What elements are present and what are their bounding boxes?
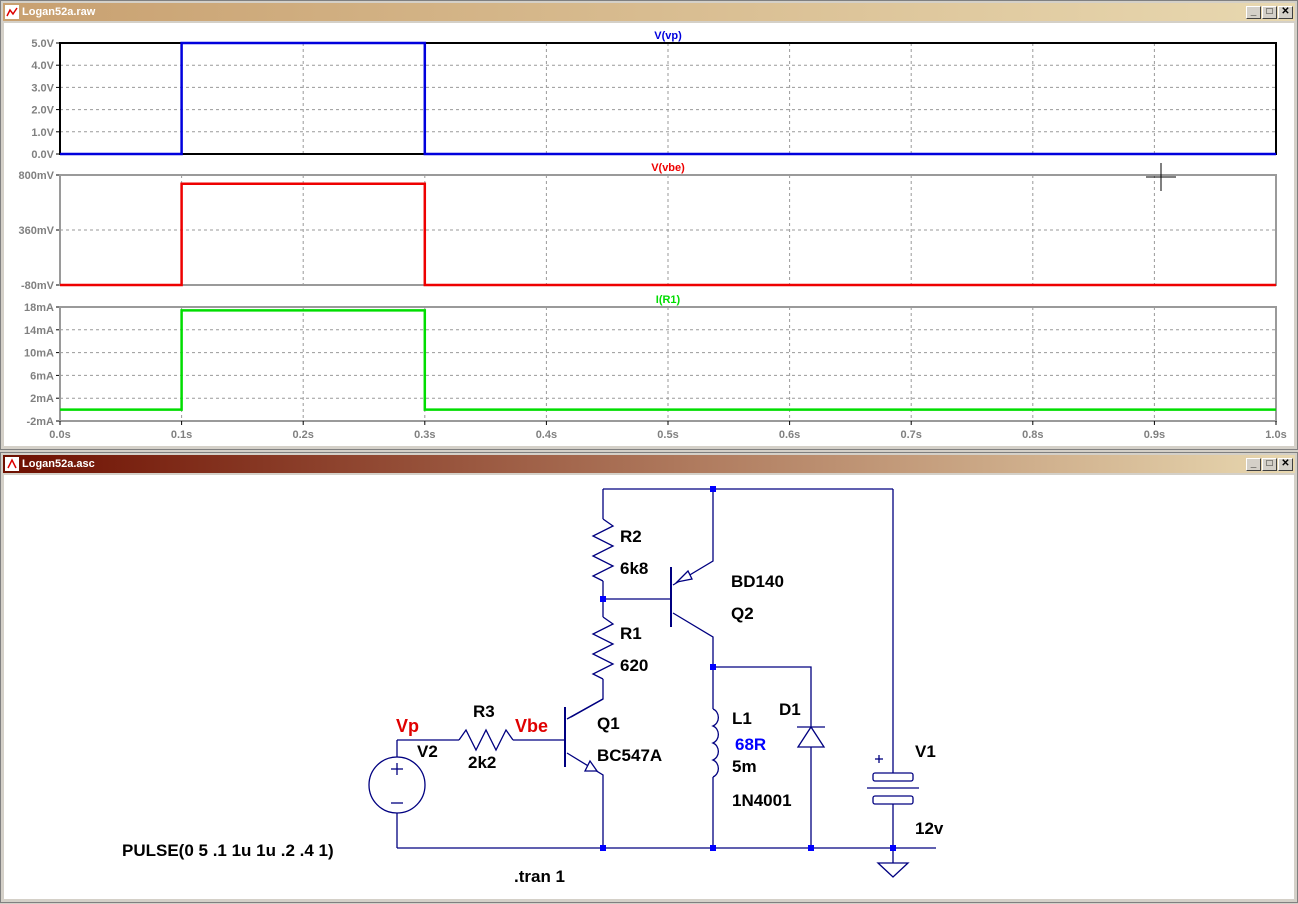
waveform-window[interactable]: Logan52a.raw _ □ ✕ 5.0V 4.0V 3.0V 2.0V 1.0V 0… [0,0,1298,450]
transistor-q1-emitter[interactable] [566,752,604,848]
transistor-q2-collector[interactable] [672,612,714,667]
waveform-plot-area[interactable]: 5.0V 4.0V 3.0V 2.0V 1.0V 0.0V V(vp) 800mV 360mV -… [4,23,1294,446]
r2-name: R2 [620,527,642,546]
waveform-app-icon [5,5,19,19]
close-button[interactable]: ✕ [1278,5,1293,19]
battery-v1-top[interactable] [872,772,914,782]
schematic-app-icon [5,457,19,471]
net-label-vbe: Vbe [515,716,548,736]
trace-name-label[interactable]: I(R1) [656,294,681,306]
y-tick-label: 5.0V [31,38,54,50]
restore-button[interactable]: □ [1262,457,1277,471]
trace-name-label[interactable]: V(vp) [654,30,682,42]
node-dot [600,596,606,602]
transistor-q2-emitter[interactable] [672,489,714,586]
tran-directive: .tran 1 [514,867,565,886]
y-tick-label: 2.0V [31,105,54,117]
l1-name: L1 [732,709,752,728]
x-tick-label: 0.6s [779,429,800,441]
battery-v1-bottom[interactable] [872,795,914,805]
pulse-spec: PULSE(0 5 .1 1u 1u .2 .4 1) [122,841,334,860]
x-tick-label: 1.0s [1265,429,1286,441]
v2-name: V2 [417,742,438,761]
x-tick-label: 0.1s [171,429,192,441]
x-tick-label: 0.9s [1144,429,1165,441]
waveform-titlebar[interactable]: Logan52a.raw _ □ ✕ [3,3,1295,21]
schematic-drawing[interactable]: R2 6k8 R1 620 BD140 Q2 R3 2k2 Q1 BC547A … [4,475,1294,899]
r3-name: R3 [473,702,495,721]
r3-value: 2k2 [468,753,496,772]
schematic-titlebar[interactable]: Logan52a.asc _ □ ✕ [3,455,1295,473]
l1-resistance: 68R [735,735,766,754]
minimize-button[interactable]: _ [1246,5,1261,19]
y-tick-label: 2mA [30,393,54,405]
resistor-r3[interactable] [458,728,514,752]
y-tick-label: 3.0V [31,82,54,94]
d1-name: D1 [779,700,801,719]
y-tick-label: 14mA [24,325,54,337]
waveform-plot[interactable]: 5.0V 4.0V 3.0V 2.0V 1.0V 0.0V V(vp) 800mV 360mV -… [4,23,1294,447]
trace-name-label[interactable]: V(vbe) [651,162,685,174]
node-dot [600,845,606,851]
y-tick-label: -80mV [21,280,55,292]
diode-d1[interactable] [796,725,826,748]
y-tick-label: 10mA [24,348,54,360]
x-tick-label: 0.5s [657,429,678,441]
l1-extra: 1N4001 [732,791,792,810]
minimize-button[interactable]: _ [1246,457,1261,471]
q1-model: BC547A [597,746,662,765]
y-tick-label: 1.0V [31,127,54,139]
y-tick-label: 18mA [24,302,54,314]
y-tick-label: 6mA [30,370,54,382]
r1-value: 620 [620,656,648,675]
q2-name: Q2 [731,604,754,623]
trace-v-vbe-[interactable] [60,182,1276,287]
x-tick-label: 0.7s [900,429,921,441]
y-tick-label: -2mA [26,416,54,428]
wire-r1-q1[interactable] [570,679,604,718]
transistor-q1-arrow [583,759,599,772]
node-dot [710,845,716,851]
y-tick-label: 800mV [19,170,55,182]
resistor-r2[interactable] [591,518,615,582]
waveform-window-title: Logan52a.raw [22,6,96,18]
x-tick-label: 0.3s [414,429,435,441]
l1-value: 5m [732,757,757,776]
r2-value: 6k8 [620,559,648,578]
inductor-l1[interactable] [711,708,719,778]
x-tick-label: 0.2s [292,429,313,441]
transistor-q2-arrow [675,569,693,584]
resistor-r1[interactable] [591,616,615,680]
node-dot [890,845,896,851]
node-dot [710,664,716,670]
x-tick-label: 0.4s [536,429,557,441]
q1-name: Q1 [597,714,620,733]
v1-value: 12v [915,819,944,838]
y-tick-label: 360mV [19,225,55,237]
schematic-window-title: Logan52a.asc [22,458,95,470]
restore-button[interactable]: □ [1262,5,1277,19]
q2-model: BD140 [731,572,784,591]
r1-name: R1 [620,624,642,643]
close-button[interactable]: ✕ [1278,457,1293,471]
node-dot [710,486,716,492]
schematic-window[interactable]: Logan52a.asc _ □ ✕ R2 6k8 R1 620 BD140 Q… [0,452,1298,903]
y-tick-label: 4.0V [31,60,54,72]
x-tick-label: 0.0s [49,429,70,441]
x-tick-label: 0.8s [1022,429,1043,441]
ground-icon [876,862,910,878]
schematic-canvas[interactable]: R2 6k8 R1 620 BD140 Q2 R3 2k2 Q1 BC547A … [4,475,1294,899]
y-tick-label: 0.0V [31,149,54,161]
v1-name: V1 [915,742,936,761]
net-label-vp: Vp [396,716,419,736]
node-dot [808,845,814,851]
